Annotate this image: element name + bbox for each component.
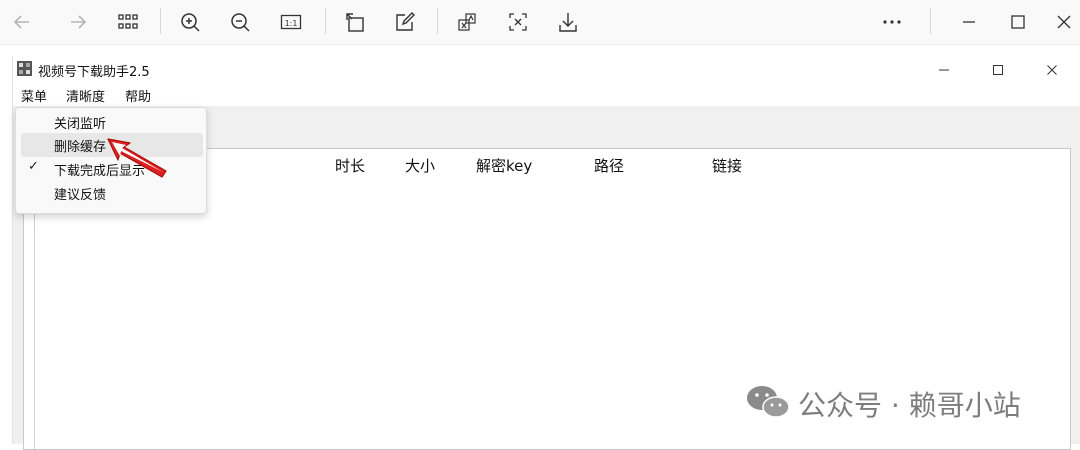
menu-bar: 菜单 清晰度 帮助: [13, 84, 1080, 106]
title-bar: 视频号下载助手2.5: [13, 56, 1080, 84]
app-title: 视频号下载助手2.5: [38, 65, 150, 80]
watermark-text: 公众号 · 赖哥小站: [798, 389, 1021, 422]
column-link[interactable]: 链接: [712, 155, 742, 176]
actual-size-icon[interactable]: 1:1: [275, 6, 307, 38]
menu-item-label: 关闭监听: [54, 117, 107, 132]
toolbar-divider: [325, 8, 326, 34]
toolbar-divider: [160, 8, 161, 34]
wechat-icon: [747, 386, 790, 418]
zoom-in-icon[interactable]: [174, 6, 206, 38]
app-minimize-icon[interactable]: [919, 57, 969, 83]
column-decrypt-key[interactable]: 解密key: [476, 155, 532, 176]
app-icon: [17, 61, 32, 76]
menu-help[interactable]: 帮助: [125, 86, 151, 105]
grid-icon[interactable]: [112, 6, 144, 38]
maximize-icon[interactable]: [1002, 6, 1034, 38]
arrow-left-icon[interactable]: [6, 6, 38, 38]
red-arrow-icon: [107, 138, 167, 178]
toolbar-divider: [930, 8, 931, 34]
translate-icon[interactable]: [451, 6, 483, 38]
menu-item-feedback[interactable]: 建议反馈: [21, 181, 203, 205]
text-recognition-icon[interactable]: [502, 6, 534, 38]
column-duration[interactable]: 时长: [335, 155, 365, 176]
menu-item-label: 建议反馈: [54, 188, 107, 203]
minimize-icon[interactable]: [953, 6, 985, 38]
column-size[interactable]: 大小: [405, 155, 435, 176]
viewer-toolbar: 1:1: [0, 0, 1080, 45]
menu-item-stop-listening[interactable]: 关闭监听: [21, 110, 203, 134]
column-path[interactable]: 路径: [594, 155, 624, 176]
rotate-icon[interactable]: [339, 6, 371, 38]
menu-main[interactable]: 菜单: [21, 86, 47, 105]
download-icon[interactable]: [552, 6, 584, 38]
toolbar-divider: [437, 8, 438, 34]
watermark: 公众号 · 赖哥小站: [740, 380, 1060, 424]
menu-item-label: 删除缓存: [54, 140, 107, 155]
check-icon: ✓: [28, 159, 39, 174]
arrow-right-icon[interactable]: [62, 6, 94, 38]
zoom-out-icon[interactable]: [224, 6, 256, 38]
actual-size-label: 1:1: [285, 19, 298, 28]
app-close-icon[interactable]: [1027, 57, 1077, 83]
menu-quality[interactable]: 清晰度: [66, 86, 105, 105]
more-icon[interactable]: [876, 6, 908, 38]
close-icon[interactable]: [1048, 6, 1080, 38]
edit-icon[interactable]: [389, 6, 421, 38]
app-maximize-icon[interactable]: [973, 57, 1023, 83]
